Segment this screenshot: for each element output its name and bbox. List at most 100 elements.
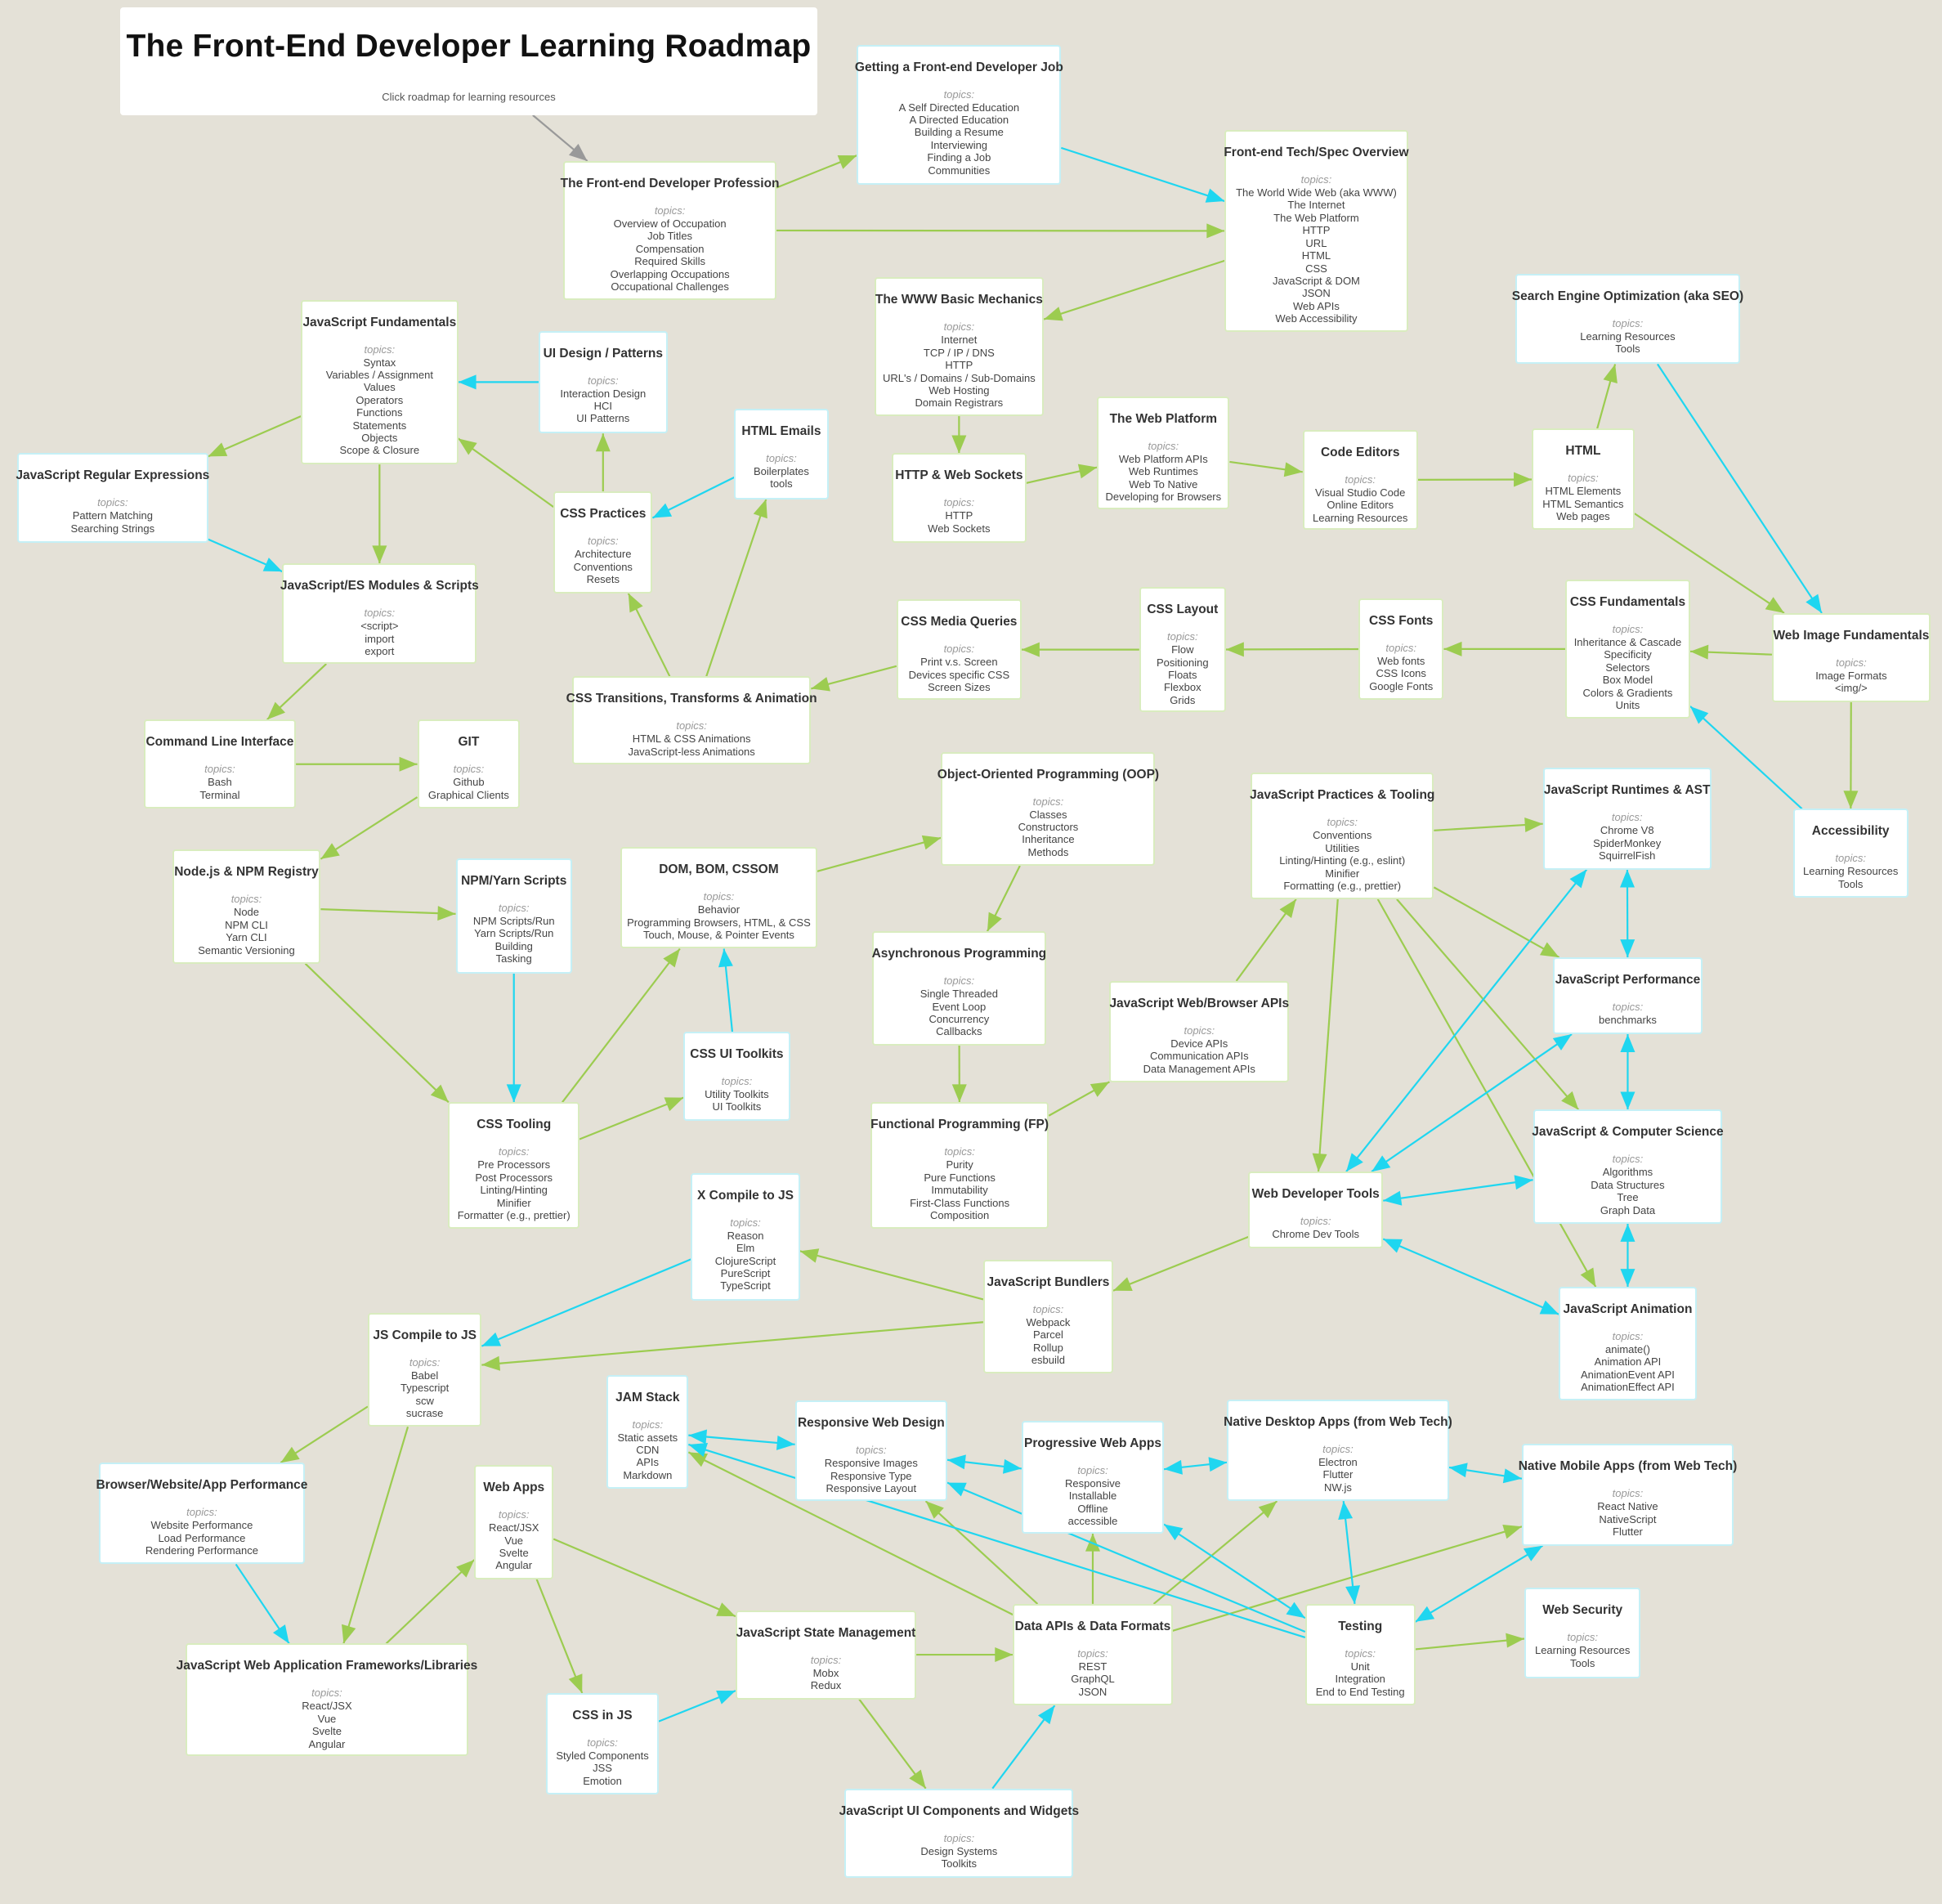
roadmap-node-csslayout[interactable]: CSS Layout topics: Flow Positioning Floats Fl… xyxy=(1139,587,1226,713)
roadmap-node-techspec[interactable]: Front-end Tech/Spec Overview topics: The W… xyxy=(1224,130,1409,332)
roadmap-node-dataapis[interactable]: Data APIs & Data Formats topics: REST Graph… xyxy=(1013,1603,1173,1706)
roadmap-title-card[interactable]: The Front-End Developer Learning Roadmap… xyxy=(120,7,817,115)
roadmap-node-animation[interactable]: JavaScript Animation topics: animate() Anim… xyxy=(1559,1287,1697,1401)
roadmap-node-bundlers[interactable]: JavaScript Bundlers topics: Webpack Parcel R… xyxy=(982,1259,1113,1374)
node-title: Command Line Interface xyxy=(145,735,294,750)
roadmap-node-desktop[interactable]: Native Desktop Apps (from Web Tech) topic… xyxy=(1224,1399,1452,1502)
arrowhead-icon xyxy=(272,1624,289,1644)
topic-item: <script> xyxy=(360,620,399,633)
roadmap-node-webapps[interactable]: Web Apps topics: React/JSX Vue Svelte Angular xyxy=(474,1465,554,1579)
roadmap-node-oop[interactable]: Object-Oriented Programming (OOP) topics:… xyxy=(937,751,1159,866)
roadmap-node-runtimes[interactable]: JavaScript Runtimes & AST topics: Chrome V… xyxy=(1542,768,1712,870)
arrowhead-icon xyxy=(1208,1457,1228,1472)
roadmap-node-browserperf[interactable]: Browser/Website/App Performance topics: We… xyxy=(96,1463,307,1565)
roadmap-node-jam[interactable]: JAM Stack topics: Static assets CDN APIs Mark… xyxy=(606,1374,689,1490)
topic-item: Electron xyxy=(1318,1455,1358,1468)
roadmap-node-security[interactable]: Web Security topics: Learning Resources Too… xyxy=(1524,1588,1641,1678)
topics-label: topics: xyxy=(409,1355,441,1369)
node-title: X Compile to JS xyxy=(697,1188,794,1203)
topics-label: topics: xyxy=(632,1418,664,1431)
node-title: JS Compile to JS xyxy=(373,1328,477,1342)
roadmap-node-testing[interactable]: Testing topics: Unit Integration End to End … xyxy=(1304,1603,1416,1706)
topic-item: Flutter xyxy=(1613,1525,1643,1539)
topic-item: Positioning xyxy=(1157,656,1209,669)
roadmap-node-csspractices[interactable]: CSS Practices topics: Architecture Conventi… xyxy=(553,491,653,594)
roadmap-node-job[interactable]: Getting a Front-end Developer Job topics:… xyxy=(855,44,1063,185)
roadmap-node-transitions[interactable]: CSS Transitions, Transforms & Animation t… xyxy=(566,676,817,764)
roadmap-node-htmlemails[interactable]: HTML Emails topics: Boilerplates tools xyxy=(734,408,829,500)
roadmap-node-fp[interactable]: Functional Programming (FP) topics: Purity… xyxy=(870,1102,1049,1229)
roadmap-node-html[interactable]: HTML topics: HTML Elements HTML Semantics We… xyxy=(1532,428,1635,531)
topic-item: Rendering Performance xyxy=(145,1544,258,1557)
topics-label: topics: xyxy=(588,374,619,387)
roadmap-node-cssfonts[interactable]: CSS Fonts topics: Web fonts CSS Icons Google… xyxy=(1358,598,1444,700)
roadmap-node-cli[interactable]: Command Line Interface topics: Bash Termina… xyxy=(143,719,297,809)
roadmap-node-jsfund[interactable]: JavaScript Fundamentals topics: Syntax Vari… xyxy=(301,299,459,465)
roadmap-node-seo[interactable]: Search Engine Optimization (aka SEO) topi… xyxy=(1512,273,1743,365)
roadmap-node-node[interactable]: Node.js & NPM Registry topics: Node NPM CLI… xyxy=(172,849,321,964)
roadmap-node-jspractices[interactable]: JavaScript Practices & Tooling topics: Con… xyxy=(1250,773,1434,899)
arrowhead-icon xyxy=(921,835,942,850)
topic-item: Classes xyxy=(1029,808,1067,821)
topics-label: topics: xyxy=(1612,1001,1644,1014)
roadmap-node-statemgmt[interactable]: JavaScript State Management topics: Mobx Re… xyxy=(735,1610,917,1700)
arrowhead-icon xyxy=(716,1602,736,1617)
topic-item: Single Threaded xyxy=(920,988,998,1001)
node-title: JavaScript UI Components and Widgets xyxy=(839,1803,1080,1818)
roadmap-node-dom[interactable]: DOM, BOM, CSSOM topics: Behavior Programmin… xyxy=(620,847,817,949)
roadmap-node-csstooling[interactable]: CSS Tooling topics: Pre Processors Post Pro… xyxy=(448,1102,579,1229)
topics-label: topics: xyxy=(654,204,686,217)
arrowhead-icon xyxy=(280,1446,300,1463)
topic-item: Architecture xyxy=(575,548,632,561)
roadmap-node-xcompile[interactable]: X Compile to JS topics: Reason Elm ClojureSc… xyxy=(691,1172,800,1301)
roadmap-node-modules[interactable]: JavaScript/ES Modules & Scripts topics: <s… xyxy=(280,563,479,665)
roadmap-node-frameworks[interactable]: JavaScript Web Application Frameworks/Li… xyxy=(177,1643,477,1757)
topic-item: Svelte xyxy=(499,1547,529,1560)
roadmap-node-perf[interactable]: JavaScript Performance topics: benchmarks xyxy=(1552,957,1703,1035)
roadmap-node-jscompile[interactable]: JS Compile to JS topics: Babel Typescript sc… xyxy=(367,1312,482,1427)
arrowhead-icon xyxy=(1502,1524,1522,1539)
roadmap-node-rwd[interactable]: Responsive Web Design topics: Responsive I… xyxy=(794,1400,947,1502)
topic-item: Utilities xyxy=(1325,841,1360,854)
roadmap-node-npm[interactable]: NPM/Yarn Scripts topics: NPM Scripts/Run Ya… xyxy=(455,858,572,974)
roadmap-node-uidesign[interactable]: UI Design / Patterns topics: Interaction D… xyxy=(539,330,668,434)
topics-label: topics: xyxy=(943,643,975,656)
node-title: Data APIs & Data Formats xyxy=(1014,1619,1171,1633)
topic-item: Colors & Gradients xyxy=(1582,686,1673,699)
roadmap-node-cssinjs[interactable]: CSS in JS topics: Styled Components JSS Emot… xyxy=(546,1693,659,1795)
topic-item: HTML Elements xyxy=(1545,485,1622,498)
arrowhead-icon xyxy=(1443,641,1462,656)
topic-item: Overview of Occupation xyxy=(613,217,727,230)
roadmap-node-webplatform[interactable]: The Web Platform topics: Web Platform APIs… xyxy=(1097,396,1230,509)
roadmap-node-jscs[interactable]: JavaScript & Computer Science topics: Algo… xyxy=(1532,1109,1724,1224)
roadmap-node-cssfund[interactable]: CSS Fundamentals topics: Inheritance & Cas… xyxy=(1564,580,1690,719)
topic-item: SquirrelFish xyxy=(1599,849,1656,862)
roadmap-node-codeeditors[interactable]: Code Editors topics: Visual Studio Code Onl… xyxy=(1302,429,1418,531)
topic-item: NW.js xyxy=(1323,1481,1352,1494)
node-title: CSS Fundamentals xyxy=(1569,595,1686,610)
roadmap-node-webimage[interactable]: Web Image Fundamentals topics: Image Forma… xyxy=(1771,612,1931,702)
roadmap-node-uitoolkits[interactable]: CSS UI Toolkits topics: Utility Toolkits UI… xyxy=(683,1031,790,1122)
roadmap-node-mediaq[interactable]: CSS Media Queries topics: Print v.s. Scree… xyxy=(896,599,1022,700)
roadmap-node-www[interactable]: The WWW Basic Mechanics topics: Internet TC… xyxy=(874,277,1045,417)
roadmap-node-async[interactable]: Asynchronous Programming topics: Single Th… xyxy=(871,931,1047,1046)
topic-item: Webpack xyxy=(1026,1315,1071,1328)
topic-item: Web To Native xyxy=(1129,477,1198,491)
topic-item: Conventions xyxy=(573,560,633,573)
roadmap-node-regex[interactable]: JavaScript Regular Expressions topics: Pat… xyxy=(16,453,209,543)
roadmap-node-webapis[interactable]: JavaScript Web/Browser APIs topics: Device… xyxy=(1109,980,1290,1083)
arrowhead-icon xyxy=(946,1482,967,1497)
roadmap-node-pwa[interactable]: Progressive Web Apps topics: Responsive Ins… xyxy=(1021,1420,1165,1534)
arrowhead-icon xyxy=(995,1647,1014,1663)
arrowhead-icon xyxy=(1415,1606,1435,1622)
roadmap-node-uicomponents[interactable]: JavaScript UI Components and Widgets topi… xyxy=(839,1788,1079,1878)
roadmap-node-devtools[interactable]: Web Developer Tools topics: Chrome Dev Too… xyxy=(1248,1172,1384,1249)
arrowhead-icon xyxy=(663,948,680,968)
roadmap-node-accessibility[interactable]: Accessibility topics: Learning Resources To… xyxy=(1792,809,1908,898)
roadmap-node-git[interactable]: GIT topics: Github Graphical Clients xyxy=(417,719,521,809)
roadmap-node-httpws[interactable]: HTTP & Web Sockets topics: HTTP Web Sockets xyxy=(891,453,1027,543)
topic-item: A Directed Education xyxy=(909,113,1009,126)
arrowhead-icon xyxy=(1338,1501,1354,1521)
roadmap-node-profession[interactable]: The Front-end Developer Profession topics… xyxy=(561,160,780,300)
roadmap-node-mobile[interactable]: Native Mobile Apps (from Web Tech) topics… xyxy=(1519,1444,1737,1546)
